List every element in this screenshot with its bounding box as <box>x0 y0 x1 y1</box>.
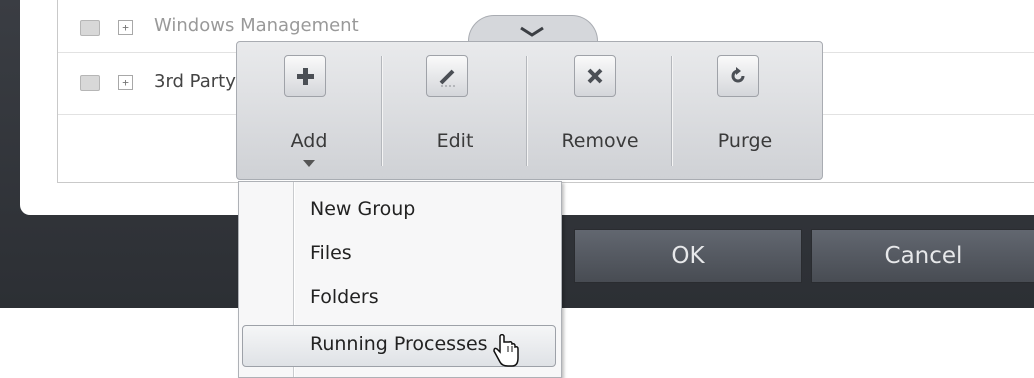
menu-item-folders[interactable]: Folders <box>239 278 561 322</box>
toolbar: Add Edit Remove Purge <box>236 41 823 180</box>
tree-row-label: Windows Management <box>154 15 359 36</box>
edit-button[interactable]: Edit <box>383 42 527 179</box>
plus-icon <box>284 55 326 97</box>
remove-button[interactable]: Remove <box>528 42 672 179</box>
dropdown-arrow-icon[interactable] <box>303 160 315 167</box>
menu-item-new-group[interactable]: New Group <box>239 190 561 234</box>
menu-item-label: Running Processes <box>310 333 488 355</box>
menu-item-label: Files <box>310 242 352 264</box>
remove-label: Remove <box>561 130 639 152</box>
refresh-icon <box>717 55 759 97</box>
toolbar-separator <box>381 56 382 166</box>
purge-button[interactable]: Purge <box>673 42 817 179</box>
folder-icon <box>80 75 100 91</box>
expand-icon[interactable]: + <box>118 75 133 90</box>
add-button[interactable]: Add <box>237 42 381 179</box>
purge-label: Purge <box>717 130 773 152</box>
chevron-down-icon <box>520 26 544 37</box>
folder-icon <box>80 20 100 36</box>
hand-cursor-icon <box>493 334 519 367</box>
edit-label: Edit <box>436 130 474 152</box>
ok-button[interactable]: OK <box>574 229 802 283</box>
cancel-button[interactable]: Cancel <box>811 229 1034 283</box>
toolbar-separator <box>526 56 527 166</box>
tree-row-label: 3rd Party <box>154 71 236 92</box>
expand-icon[interactable]: + <box>118 20 133 35</box>
add-label: Add <box>290 130 328 152</box>
toolbar-separator <box>671 56 672 166</box>
pencil-icon <box>426 55 468 97</box>
menu-item-label: New Group <box>310 198 416 220</box>
menu-item-label: Folders <box>310 286 379 308</box>
menu-item-files[interactable]: Files <box>239 234 561 278</box>
x-icon <box>574 55 616 97</box>
